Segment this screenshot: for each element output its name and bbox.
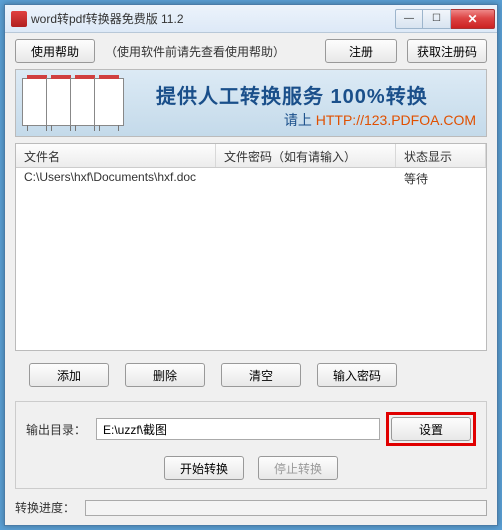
col-password[interactable]: 文件密码（如有请输入） [216, 144, 396, 167]
start-convert-button[interactable]: 开始转换 [164, 456, 244, 480]
banner: 提供人工转换服务 100%转换 请上 HTTP://123.PDFOA.COM [15, 69, 487, 137]
progress-row: 转换进度： [15, 499, 487, 516]
banner-title: 提供人工转换服务 100%转换 [156, 80, 428, 109]
top-toolbar: 使用帮助 （使用软件前请先查看使用帮助） 注册 获取注册码 [15, 39, 487, 63]
minimize-button[interactable]: — [395, 9, 423, 29]
maximize-button[interactable]: ☐ [423, 9, 451, 29]
cell-filename: C:\Users\hxf\Documents\hxf.doc [16, 168, 216, 188]
output-panel: 输出目录： 设置 开始转换 停止转换 [15, 401, 487, 489]
file-buttons-row: 添加 删除 清空 输入密码 [29, 363, 487, 387]
clear-button[interactable]: 清空 [221, 363, 301, 387]
app-window: word转pdf转换器免费版 11.2 — ☐ ✕ 使用帮助 （使用软件前请先查… [4, 4, 498, 526]
convert-row: 开始转换 停止转换 [26, 456, 476, 480]
set-output-button[interactable]: 设置 [391, 417, 471, 441]
add-button[interactable]: 添加 [29, 363, 109, 387]
table-body: C:\Users\hxf\Documents\hxf.doc 等待 [16, 168, 486, 350]
stop-convert-button[interactable]: 停止转换 [258, 456, 338, 480]
delete-button[interactable]: 删除 [125, 363, 205, 387]
col-filename[interactable]: 文件名 [16, 144, 216, 167]
table-row[interactable]: C:\Users\hxf\Documents\hxf.doc 等待 [16, 168, 486, 188]
window-controls: — ☐ ✕ [395, 9, 495, 29]
get-code-button[interactable]: 获取注册码 [407, 39, 487, 63]
window-title: word转pdf转换器免费版 11.2 [31, 10, 395, 27]
help-hint: （使用软件前请先查看使用帮助） [105, 43, 315, 60]
banner-sub-prefix: 请上 [284, 112, 316, 128]
help-button[interactable]: 使用帮助 [15, 39, 95, 63]
output-row: 输出目录： 设置 [26, 412, 476, 446]
banner-url[interactable]: HTTP://123.PDFOA.COM [316, 112, 476, 128]
progress-bar [85, 500, 487, 516]
file-table: 文件名 文件密码（如有请输入） 状态显示 C:\Users\hxf\Docume… [15, 143, 487, 351]
register-button[interactable]: 注册 [325, 39, 397, 63]
enter-password-button[interactable]: 输入密码 [317, 363, 397, 387]
table-header: 文件名 文件密码（如有请输入） 状态显示 [16, 144, 486, 168]
cell-password [216, 168, 396, 188]
highlight-box: 设置 [386, 412, 476, 446]
titlebar: word转pdf转换器免费版 11.2 — ☐ ✕ [5, 5, 497, 33]
output-label: 输出目录： [26, 421, 90, 438]
app-icon [11, 11, 27, 27]
output-path-input[interactable] [96, 418, 380, 440]
progress-label: 转换进度： [15, 499, 79, 516]
cell-status: 等待 [396, 168, 486, 188]
banner-illustration [22, 78, 118, 126]
client-area: 使用帮助 （使用软件前请先查看使用帮助） 注册 获取注册码 提供人工转换服务 1… [5, 33, 497, 525]
close-button[interactable]: ✕ [451, 9, 495, 29]
banner-subtitle: 请上 HTTP://123.PDFOA.COM [284, 110, 476, 130]
col-status[interactable]: 状态显示 [396, 144, 486, 167]
